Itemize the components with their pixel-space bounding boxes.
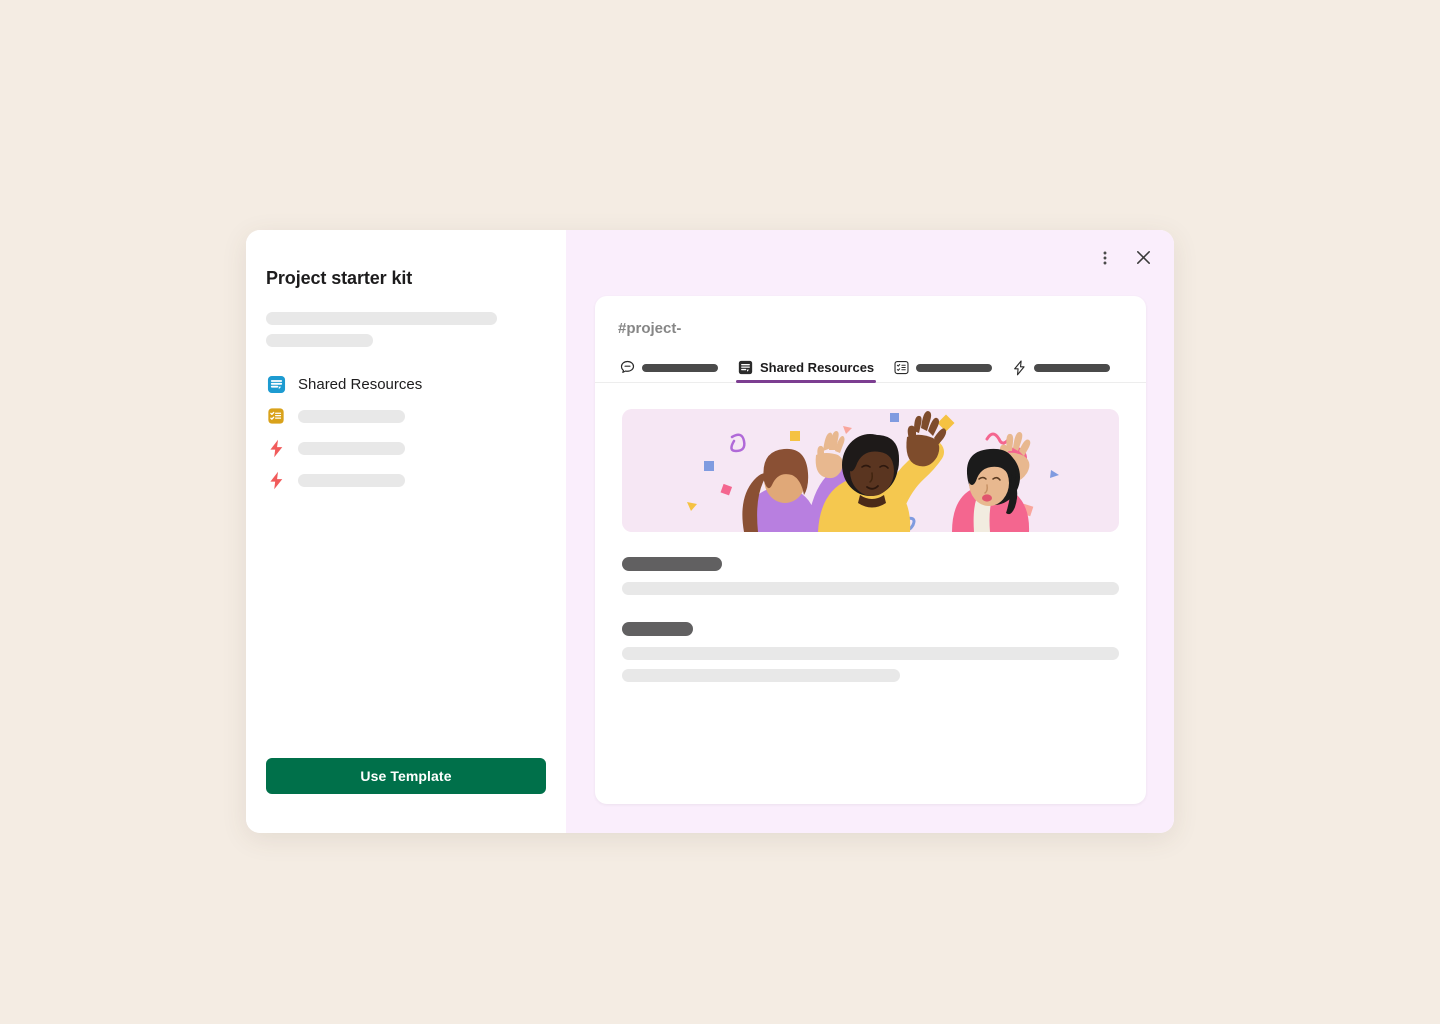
canvas-icon <box>738 360 753 375</box>
list-icon <box>894 360 909 375</box>
list-item[interactable] <box>266 403 546 429</box>
more-options-button[interactable] <box>1090 244 1120 274</box>
celebration-illustration <box>622 409 1119 532</box>
tab-list[interactable] <box>892 360 1000 382</box>
list-item-skeleton <box>298 473 405 487</box>
heading-skeleton-2 <box>622 622 693 636</box>
use-template-button[interactable]: Use Template <box>266 758 546 794</box>
list-item[interactable] <box>266 435 546 461</box>
list-item[interactable]: Shared Resources <box>266 371 546 397</box>
message-icon <box>620 360 635 375</box>
workflow-bolt-icon <box>266 470 286 490</box>
workflow-bolt-icon <box>266 438 286 458</box>
list-item[interactable] <box>266 467 546 493</box>
channel-tabs: Shared Resources <box>595 354 1146 383</box>
canvas-icon <box>266 374 286 394</box>
subtitle-skeleton-line-2 <box>266 334 373 347</box>
tab-shared-resources[interactable]: Shared Resources <box>736 360 882 383</box>
close-icon <box>1134 248 1153 270</box>
checklist-icon <box>266 406 286 426</box>
list-item-skeleton <box>298 441 405 455</box>
template-contents-list: Shared Resources <box>266 371 546 493</box>
tab-label-skeleton <box>916 363 993 372</box>
paragraph-skeleton-3 <box>622 669 900 682</box>
tab-label-skeleton <box>642 363 718 372</box>
heading-skeleton-1 <box>622 557 722 571</box>
channel-preview-card: #project- Shared Resources <box>595 296 1146 804</box>
paragraph-skeleton-2 <box>622 647 1119 660</box>
preview-content <box>595 383 1146 682</box>
more-options-icon <box>1097 250 1113 269</box>
window-controls <box>1090 244 1158 274</box>
channel-name: #project- <box>618 320 682 337</box>
close-button[interactable] <box>1128 244 1158 274</box>
template-details-panel: Project starter kit Shared Resources Use… <box>246 230 566 833</box>
tab-messages[interactable] <box>618 360 726 382</box>
list-item-skeleton <box>298 409 405 423</box>
tab-label: Shared Resources <box>760 360 875 375</box>
content-skeletons <box>622 557 1119 682</box>
list-item-label: Shared Resources <box>298 375 423 393</box>
template-preview-modal: Project starter kit Shared Resources Use… <box>246 230 1174 833</box>
tab-workflow[interactable] <box>1010 359 1118 382</box>
template-preview-panel: #project- Shared Resources <box>566 230 1174 833</box>
bolt-icon <box>1012 359 1027 375</box>
tab-label-skeleton <box>1034 363 1111 372</box>
subtitle-skeleton-line-1 <box>266 312 497 325</box>
paragraph-skeleton-1 <box>622 582 1119 595</box>
page-title: Project starter kit <box>266 268 413 288</box>
